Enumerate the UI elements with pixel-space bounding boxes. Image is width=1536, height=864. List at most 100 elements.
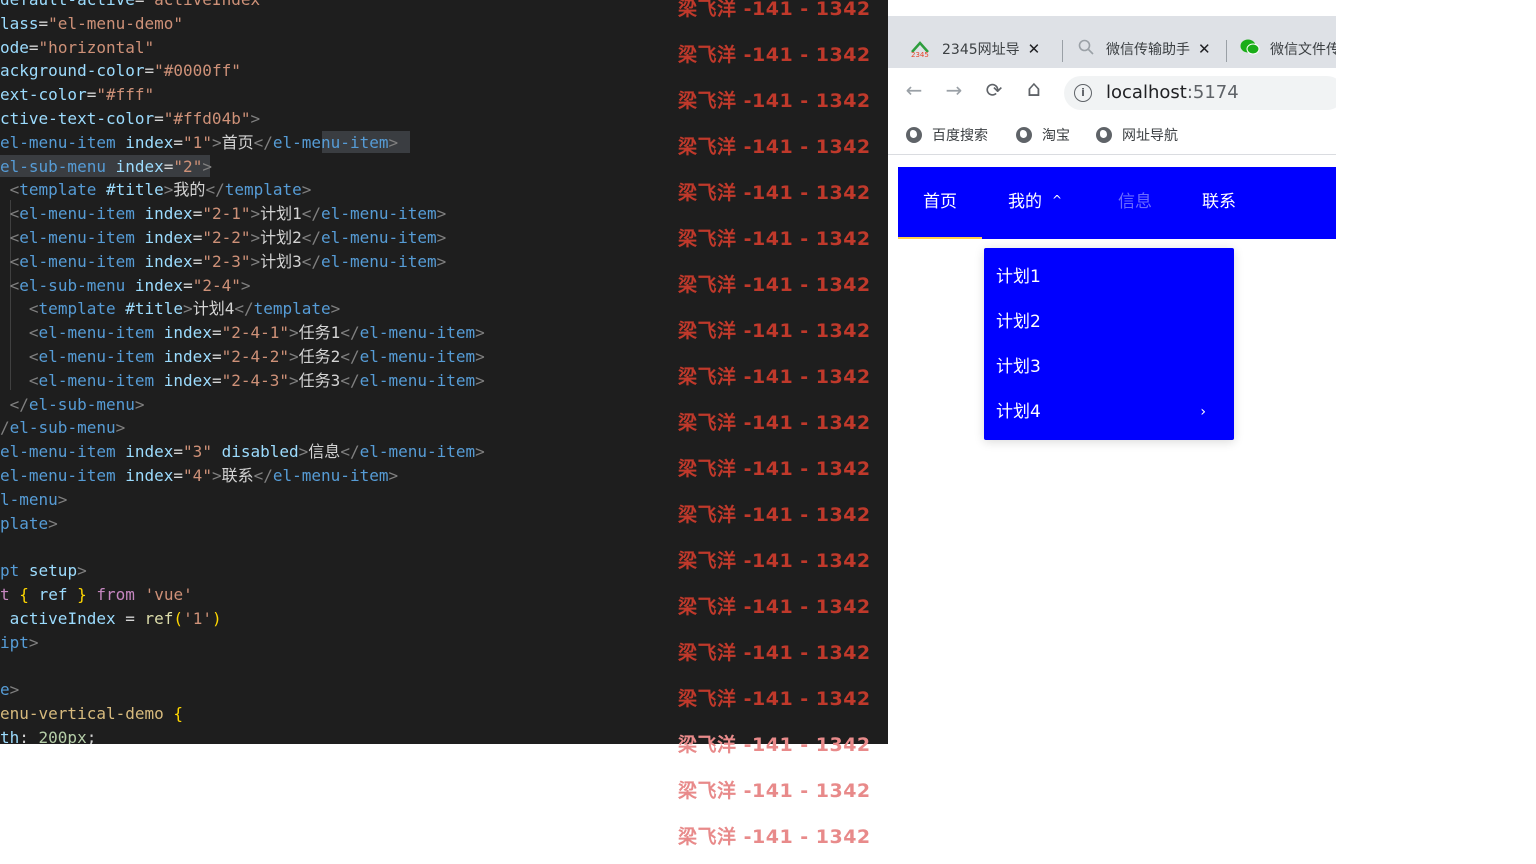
code-line: ackground-color="#0000ff" — [0, 59, 485, 83]
code-token: = — [154, 108, 164, 128]
menu-label: 信息 — [1118, 192, 1152, 212]
code-line: activeIndex = ref('1') — [0, 607, 485, 631]
code-token: index — [115, 156, 164, 176]
code-token: > — [134, 394, 145, 414]
submenu-label: 计划1 — [996, 267, 1041, 287]
code-line: <el-menu-item index="2-3">计划3</el-menu-i… — [0, 250, 485, 274]
submenu-item-plan4[interactable]: 计划4 › — [996, 390, 1222, 435]
code-token: < — [9, 251, 20, 271]
menu-item-contact[interactable]: 联系 — [1202, 167, 1236, 237]
submenu-item-plan3[interactable]: 计划3 — [996, 345, 1222, 390]
code-token: < — [28, 346, 39, 366]
code-token: > — [436, 204, 447, 224]
code-token: ctive-text-color — [0, 108, 155, 128]
tab-label: 微信传输助手 — [1106, 42, 1190, 58]
forward-arrow-icon[interactable]: → — [942, 78, 966, 102]
close-icon[interactable]: ✕ — [1028, 40, 1041, 58]
address-bar[interactable]: i localhost:5174 — [1064, 76, 1336, 110]
tab-wechat-file[interactable]: 微信文件传 — [1240, 30, 1336, 68]
code-token: > — [475, 370, 485, 390]
code-line: </el-sub-menu> — [0, 393, 485, 417]
code-token: > — [183, 299, 193, 319]
site-info-icon[interactable]: i — [1074, 84, 1092, 102]
code-token: 任务2 — [298, 346, 341, 366]
code-line: ctive-text-color="#ffd04b"> — [0, 107, 485, 131]
code-token: = — [144, 61, 155, 81]
back-arrow-icon[interactable]: ← — [902, 78, 926, 102]
code-token: ; — [86, 727, 97, 744]
code-line: pt setup> — [0, 559, 485, 583]
code-token: = — [211, 370, 222, 390]
code-line: ipt> — [0, 631, 485, 655]
code-line: enu-vertical-demo { — [0, 702, 485, 726]
home-icon[interactable]: ⌂ — [1022, 78, 1046, 102]
code-token: el-menu-item — [38, 346, 155, 366]
bookmark-nav[interactable]: 网址导航 — [1096, 125, 1178, 145]
bookmark-label: 网址导航 — [1122, 128, 1178, 144]
code-token: "2-1" — [202, 204, 251, 224]
code-token: = — [173, 465, 184, 485]
code-token: > — [240, 275, 251, 295]
code-token: </ — [253, 465, 273, 485]
code-token: = — [135, 0, 145, 9]
submenu-item-plan2[interactable]: 计划2 — [996, 300, 1222, 345]
code-token: lass — [0, 13, 39, 33]
tab-2345[interactable]: 2345 2345网址导 ✕ — [910, 30, 1040, 68]
code-line: th: 200px; — [0, 726, 485, 744]
globe-icon — [1016, 127, 1032, 143]
code-token: #title — [125, 299, 184, 319]
horizontal-menu: 首页 我的 ^ 信息 联系 — [898, 167, 1336, 239]
code-token: el-menu-item — [19, 204, 135, 224]
code-token: > — [202, 156, 212, 176]
code-token: el-sub-menu — [0, 156, 106, 176]
code-token: > — [48, 513, 58, 533]
bookmark-baidu[interactable]: 百度搜索 — [906, 125, 988, 145]
code-token: > — [436, 251, 447, 271]
code-token: "2-4-2" — [221, 346, 290, 366]
code-token: < — [28, 299, 39, 319]
code-token: > — [388, 132, 399, 152]
code-token: 计划1 — [260, 204, 302, 224]
tab-separator — [1062, 40, 1063, 62]
code-token: = — [115, 608, 145, 628]
tab-wechat-transfer[interactable]: 微信传输助手 ✕ — [1078, 30, 1211, 68]
code-token: > — [301, 180, 312, 200]
reload-icon[interactable]: ⟳ — [982, 78, 1006, 102]
watermark-text: 梁飞洋 -141 - 1342 — [678, 504, 871, 526]
code-token: = — [163, 156, 174, 176]
url-port: :5174 — [1186, 82, 1239, 103]
close-icon[interactable]: ✕ — [1198, 40, 1211, 58]
code-token: < — [28, 370, 39, 390]
code-token: > — [289, 370, 299, 390]
menu-item-home[interactable]: 首页 — [898, 167, 982, 239]
bookmark-taobao[interactable]: 淘宝 — [1016, 125, 1070, 145]
code-token: / — [0, 418, 10, 438]
submenu-item-plan1[interactable]: 计划1 — [996, 255, 1222, 300]
code-token: 我的 — [173, 180, 206, 200]
code-token: el-menu-item — [321, 251, 437, 271]
globe-icon — [1096, 127, 1112, 143]
code-token: template — [38, 299, 116, 319]
code-token: 任务1 — [298, 323, 341, 343]
menu-item-mine[interactable]: 我的 ^ — [1008, 167, 1062, 237]
code-token: { — [173, 703, 184, 723]
code-token: el-menu-item — [321, 204, 437, 224]
code-token: "4" — [183, 465, 212, 485]
code-token: "2" — [173, 156, 203, 176]
code-token: </ — [205, 180, 225, 200]
code-token: : — [19, 727, 39, 744]
code-token: </ — [301, 251, 322, 271]
watermark-text: 梁飞洋 -141 - 1342 — [678, 550, 871, 572]
code-token: ackground-color — [0, 61, 145, 81]
